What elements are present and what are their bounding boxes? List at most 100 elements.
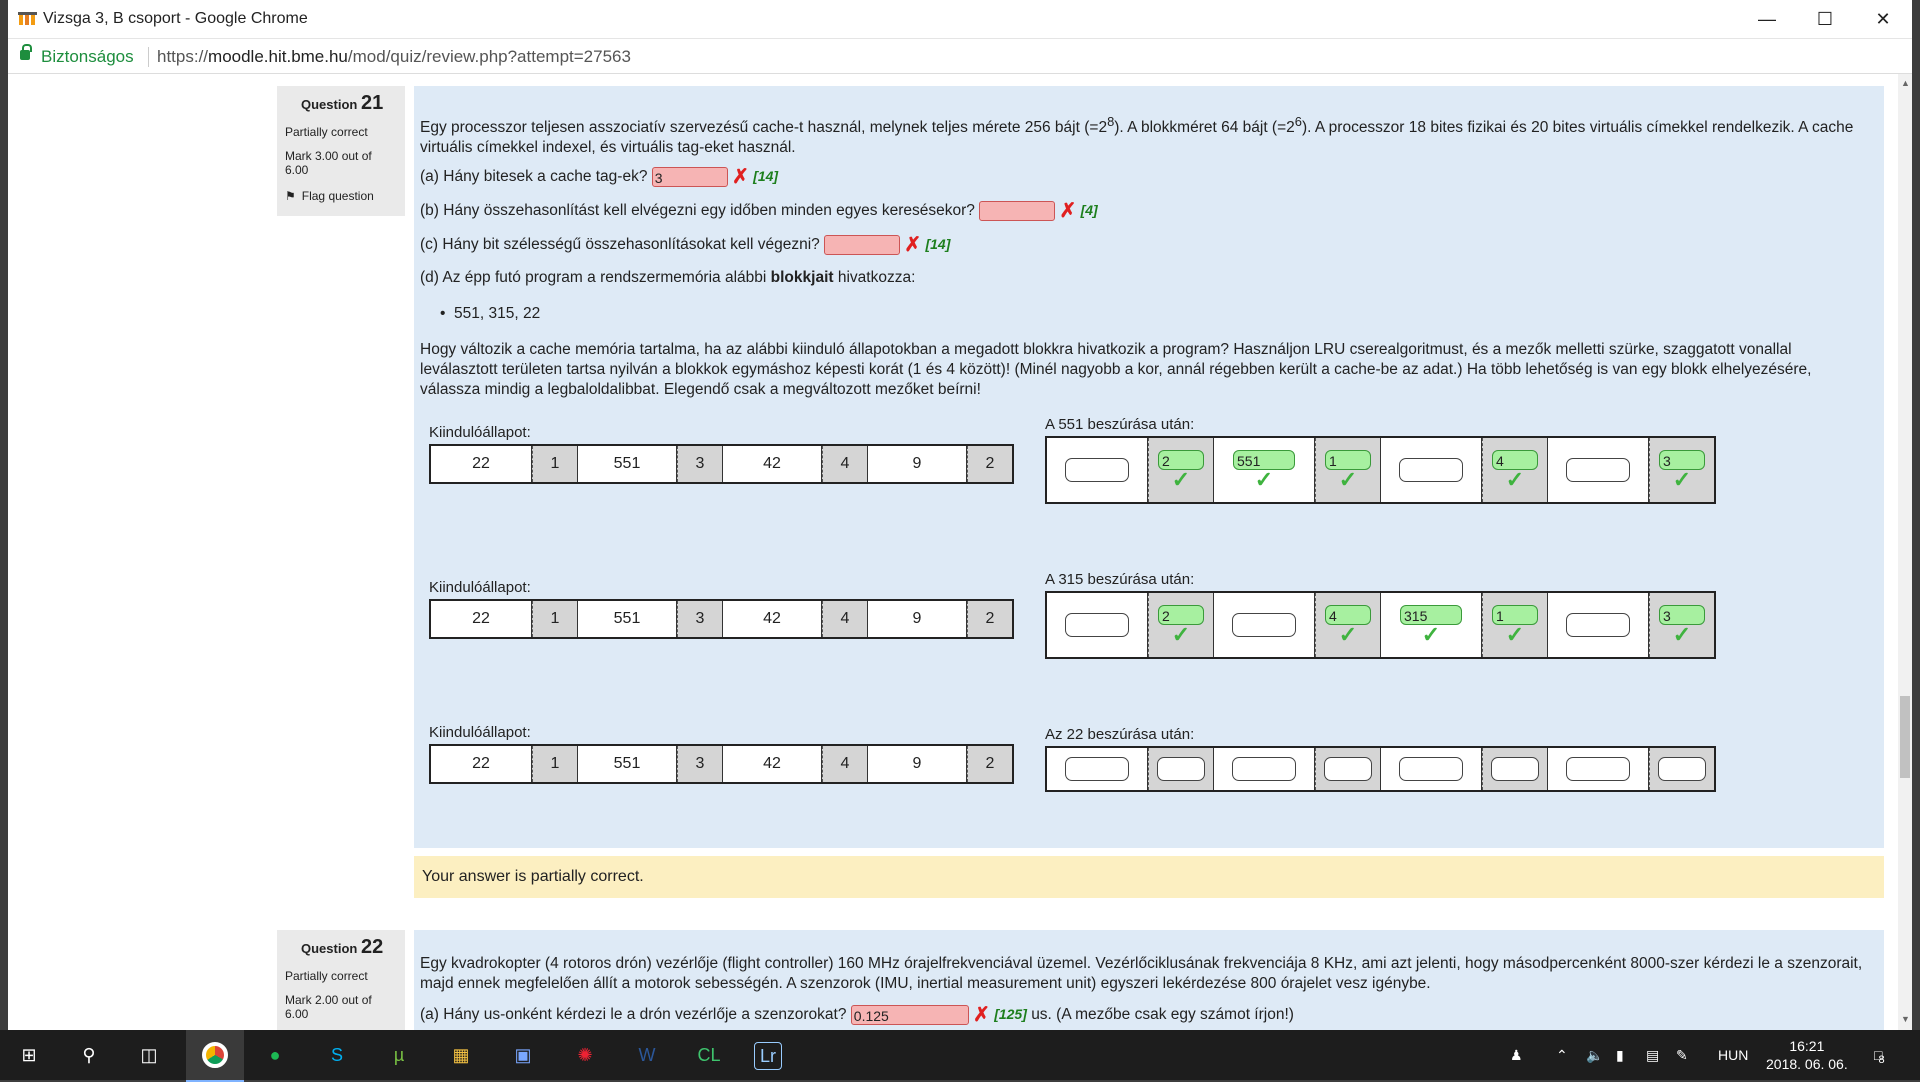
answer-b-input[interactable]: [979, 200, 1056, 221]
scroll-down-icon[interactable]: ▼: [1901, 1014, 1910, 1024]
scroll-thumb[interactable]: [1900, 696, 1910, 778]
answer-cell: [1548, 748, 1649, 790]
age-cell: 4: [822, 601, 868, 637]
answer-input[interactable]: [1399, 458, 1463, 482]
subquestion-a: (a) Hány us-onként kérdezi le a drón vez…: [420, 1003, 1294, 1026]
initial-state-table: 22 1 551 3 42 4 9 2: [429, 599, 1014, 639]
initial-state-label: Kiindulóállapot:: [429, 424, 531, 441]
maximize-button[interactable]: ☐: [1796, 0, 1854, 38]
file-explorer-icon[interactable]: ▦: [444, 1038, 478, 1072]
answer-cell: [1548, 438, 1649, 502]
url-text[interactable]: https://moodle.hit.bme.hu/mod/quiz/revie…: [157, 47, 631, 67]
answer-input[interactable]: [1566, 613, 1630, 637]
answer-cell: [1214, 593, 1315, 657]
question-mark: Mark 2.00 out of 6.00: [285, 993, 372, 1021]
clion-icon[interactable]: CL: [692, 1038, 726, 1072]
age-cell: 3: [677, 601, 723, 637]
answer-input[interactable]: [1232, 757, 1296, 781]
spotify-icon[interactable]: ●: [258, 1038, 292, 1072]
question-number: Question 22: [301, 936, 384, 958]
game-icon[interactable]: ✺: [568, 1038, 602, 1072]
tray-chevron-icon[interactable]: ⌃: [1556, 1030, 1568, 1080]
age-input[interactable]: [1658, 757, 1706, 781]
answer-input[interactable]: [1065, 613, 1129, 637]
volume-icon[interactable]: 🔈: [1586, 1030, 1603, 1080]
browser-window: Vizsga 3, B csoport - Google Chrome — ☐ …: [8, 0, 1912, 1030]
answer-input[interactable]: [1566, 757, 1630, 781]
after-551-label: A 551 beszúrása után:: [1045, 416, 1195, 433]
answer-input[interactable]: [1065, 458, 1129, 482]
secure-label: Biztonságos: [41, 47, 134, 66]
windows-taskbar: ⊞ ⚲ ◫ ● S µ ▦ ▣ ✺ W CL Lr ♟ ⌃ 🔈 ▮ ▤ ✎ HU…: [0, 1030, 1920, 1082]
people-icon[interactable]: ♟: [1510, 1030, 1523, 1080]
feedback-b: [4]: [1080, 202, 1098, 218]
age-input[interactable]: [1324, 757, 1372, 781]
answer-input[interactable]: [1566, 458, 1630, 482]
minimize-button[interactable]: —: [1738, 0, 1796, 38]
battery-icon[interactable]: ▮: [1616, 1030, 1624, 1080]
cache-cell: 551: [578, 746, 677, 782]
save-disk-icon[interactable]: ▣: [506, 1038, 540, 1072]
age-input[interactable]: [1157, 757, 1205, 781]
answer-input[interactable]: [1399, 757, 1463, 781]
answer-a-input[interactable]: 0.125: [850, 1004, 969, 1025]
utorrent-icon[interactable]: µ: [382, 1038, 416, 1072]
cache-cell: 9: [868, 601, 967, 637]
answer-cell: 315 ✓: [1381, 593, 1482, 657]
question-intro: Egy processzor teljesen asszociatív szer…: [420, 114, 1854, 157]
title-bar: Vizsga 3, B csoport - Google Chrome — ☐ …: [8, 0, 1912, 39]
answer-cell: 551 ✓: [1214, 438, 1315, 502]
question-content-21: Egy processzor teljesen asszociatív szer…: [414, 86, 1884, 848]
answer-input[interactable]: [1232, 613, 1296, 637]
after-315-label: A 315 beszúrása után:: [1045, 571, 1195, 588]
question-status: Partially correct: [285, 125, 368, 139]
clock[interactable]: 16:21 2018. 06. 06.: [1766, 1030, 1848, 1080]
answer-cell: [1047, 438, 1148, 502]
age-cell: 4: [822, 446, 868, 482]
cache-cell: 42: [723, 746, 822, 782]
network-icon[interactable]: ▤: [1646, 1030, 1659, 1080]
age-answer-cell: [1649, 748, 1714, 790]
answer-a-input[interactable]: 3: [651, 166, 728, 187]
notification-icon[interactable]: □ 8: [1874, 1030, 1885, 1080]
subquestion-c: (c) Hány bit szélességű összehasonlításo…: [420, 233, 951, 256]
age-answer-cell: 2 ✓: [1148, 438, 1214, 502]
cache-cell: 9: [868, 446, 967, 482]
answer-cell: [1214, 748, 1315, 790]
question-number: Question 21: [301, 92, 384, 114]
search-icon[interactable]: ⚲: [72, 1038, 106, 1072]
age-cell: 2: [967, 601, 1012, 637]
answer-cell: [1381, 438, 1482, 502]
after-22-label: Az 22 beszúrása után:: [1045, 726, 1195, 743]
skype-icon[interactable]: S: [320, 1038, 354, 1072]
scroll-up-icon[interactable]: ▲: [1901, 78, 1910, 88]
task-view-icon[interactable]: ◫: [132, 1038, 166, 1072]
age-input[interactable]: [1491, 757, 1539, 781]
windows-start-icon[interactable]: ⊞: [12, 1038, 46, 1072]
check-icon: ✓: [1505, 467, 1525, 492]
answer-input[interactable]: [1065, 757, 1129, 781]
chrome-icon[interactable]: [186, 1030, 244, 1082]
close-button[interactable]: ✕: [1854, 0, 1912, 38]
initial-state-label: Kiindulóállapot:: [429, 579, 531, 596]
flag-question-link[interactable]: ⚑ Flag question: [285, 189, 397, 203]
language-indicator[interactable]: HUN: [1718, 1030, 1748, 1080]
answer-cell: [1381, 748, 1482, 790]
age-cell: 4: [822, 746, 868, 782]
after-551-table: 2 ✓ 551 ✓ 1 ✓ 4 ✓ 3 ✓: [1045, 436, 1716, 504]
lightroom-icon[interactable]: Lr: [754, 1042, 782, 1070]
cache-cell: 22: [431, 601, 532, 637]
word-icon[interactable]: W: [630, 1038, 664, 1072]
block-list: • 551, 315, 22: [440, 305, 541, 322]
answer-cell: [1047, 593, 1148, 657]
flag-icon: ⚑: [285, 189, 296, 203]
age-cell: 2: [967, 746, 1012, 782]
age-answer-cell: 4 ✓: [1315, 593, 1381, 657]
window-title: Vizsga 3, B csoport - Google Chrome: [43, 10, 308, 27]
vertical-scrollbar[interactable]: ▲ ▼: [1898, 74, 1912, 1030]
pen-icon[interactable]: ✎: [1676, 1030, 1688, 1080]
address-bar[interactable]: Biztonságos https://moodle.hit.bme.hu/mo…: [8, 39, 1912, 74]
check-icon: ✓: [1338, 622, 1358, 647]
incorrect-icon: ✗: [1059, 199, 1077, 222]
answer-c-input[interactable]: [824, 234, 901, 255]
